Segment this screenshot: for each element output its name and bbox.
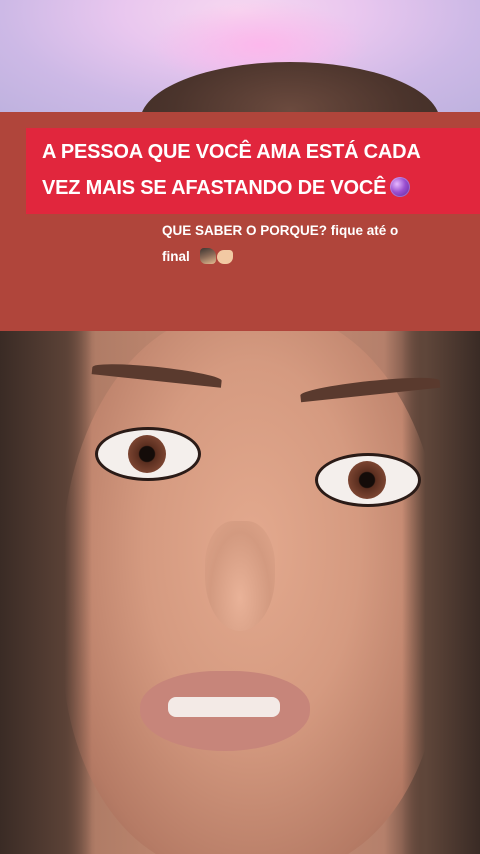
- left-eye: [95, 427, 201, 481]
- headline-text: A PESSOA QUE VOCÊ AMA ESTÁ CADA VEZ MAIS…: [42, 134, 472, 206]
- subtitle-text: QUE SABER O PORQUE? fique até o final: [162, 218, 452, 270]
- hair-right: [402, 331, 480, 854]
- mouth: [140, 671, 310, 751]
- subtitle-line-1: QUE SABER O PORQUE? fique até o: [162, 223, 399, 238]
- right-iris: [348, 461, 386, 499]
- headline-line-1: A PESSOA QUE VOCÊ AMA ESTÁ CADA: [42, 141, 421, 163]
- crystal-ball-icon: [390, 177, 411, 197]
- nose: [205, 521, 275, 631]
- hair-left: [0, 331, 92, 854]
- teeth: [168, 697, 280, 717]
- pointing-hand-emoji-icon: [216, 250, 233, 264]
- right-eye: [315, 453, 421, 507]
- video-frame-face: [0, 331, 480, 854]
- headline-line-2: VEZ MAIS SE AFASTANDO DE VOCÊ: [42, 170, 472, 206]
- video-background-top: [0, 0, 480, 112]
- shaking-hands-emoji-icon: [199, 248, 216, 264]
- headline-line-2-text: VEZ MAIS SE AFASTANDO DE VOCÊ: [42, 177, 387, 199]
- left-iris: [128, 435, 166, 473]
- subtitle-line-2: final: [162, 244, 452, 270]
- subtitle-line-2-text: final: [162, 249, 190, 264]
